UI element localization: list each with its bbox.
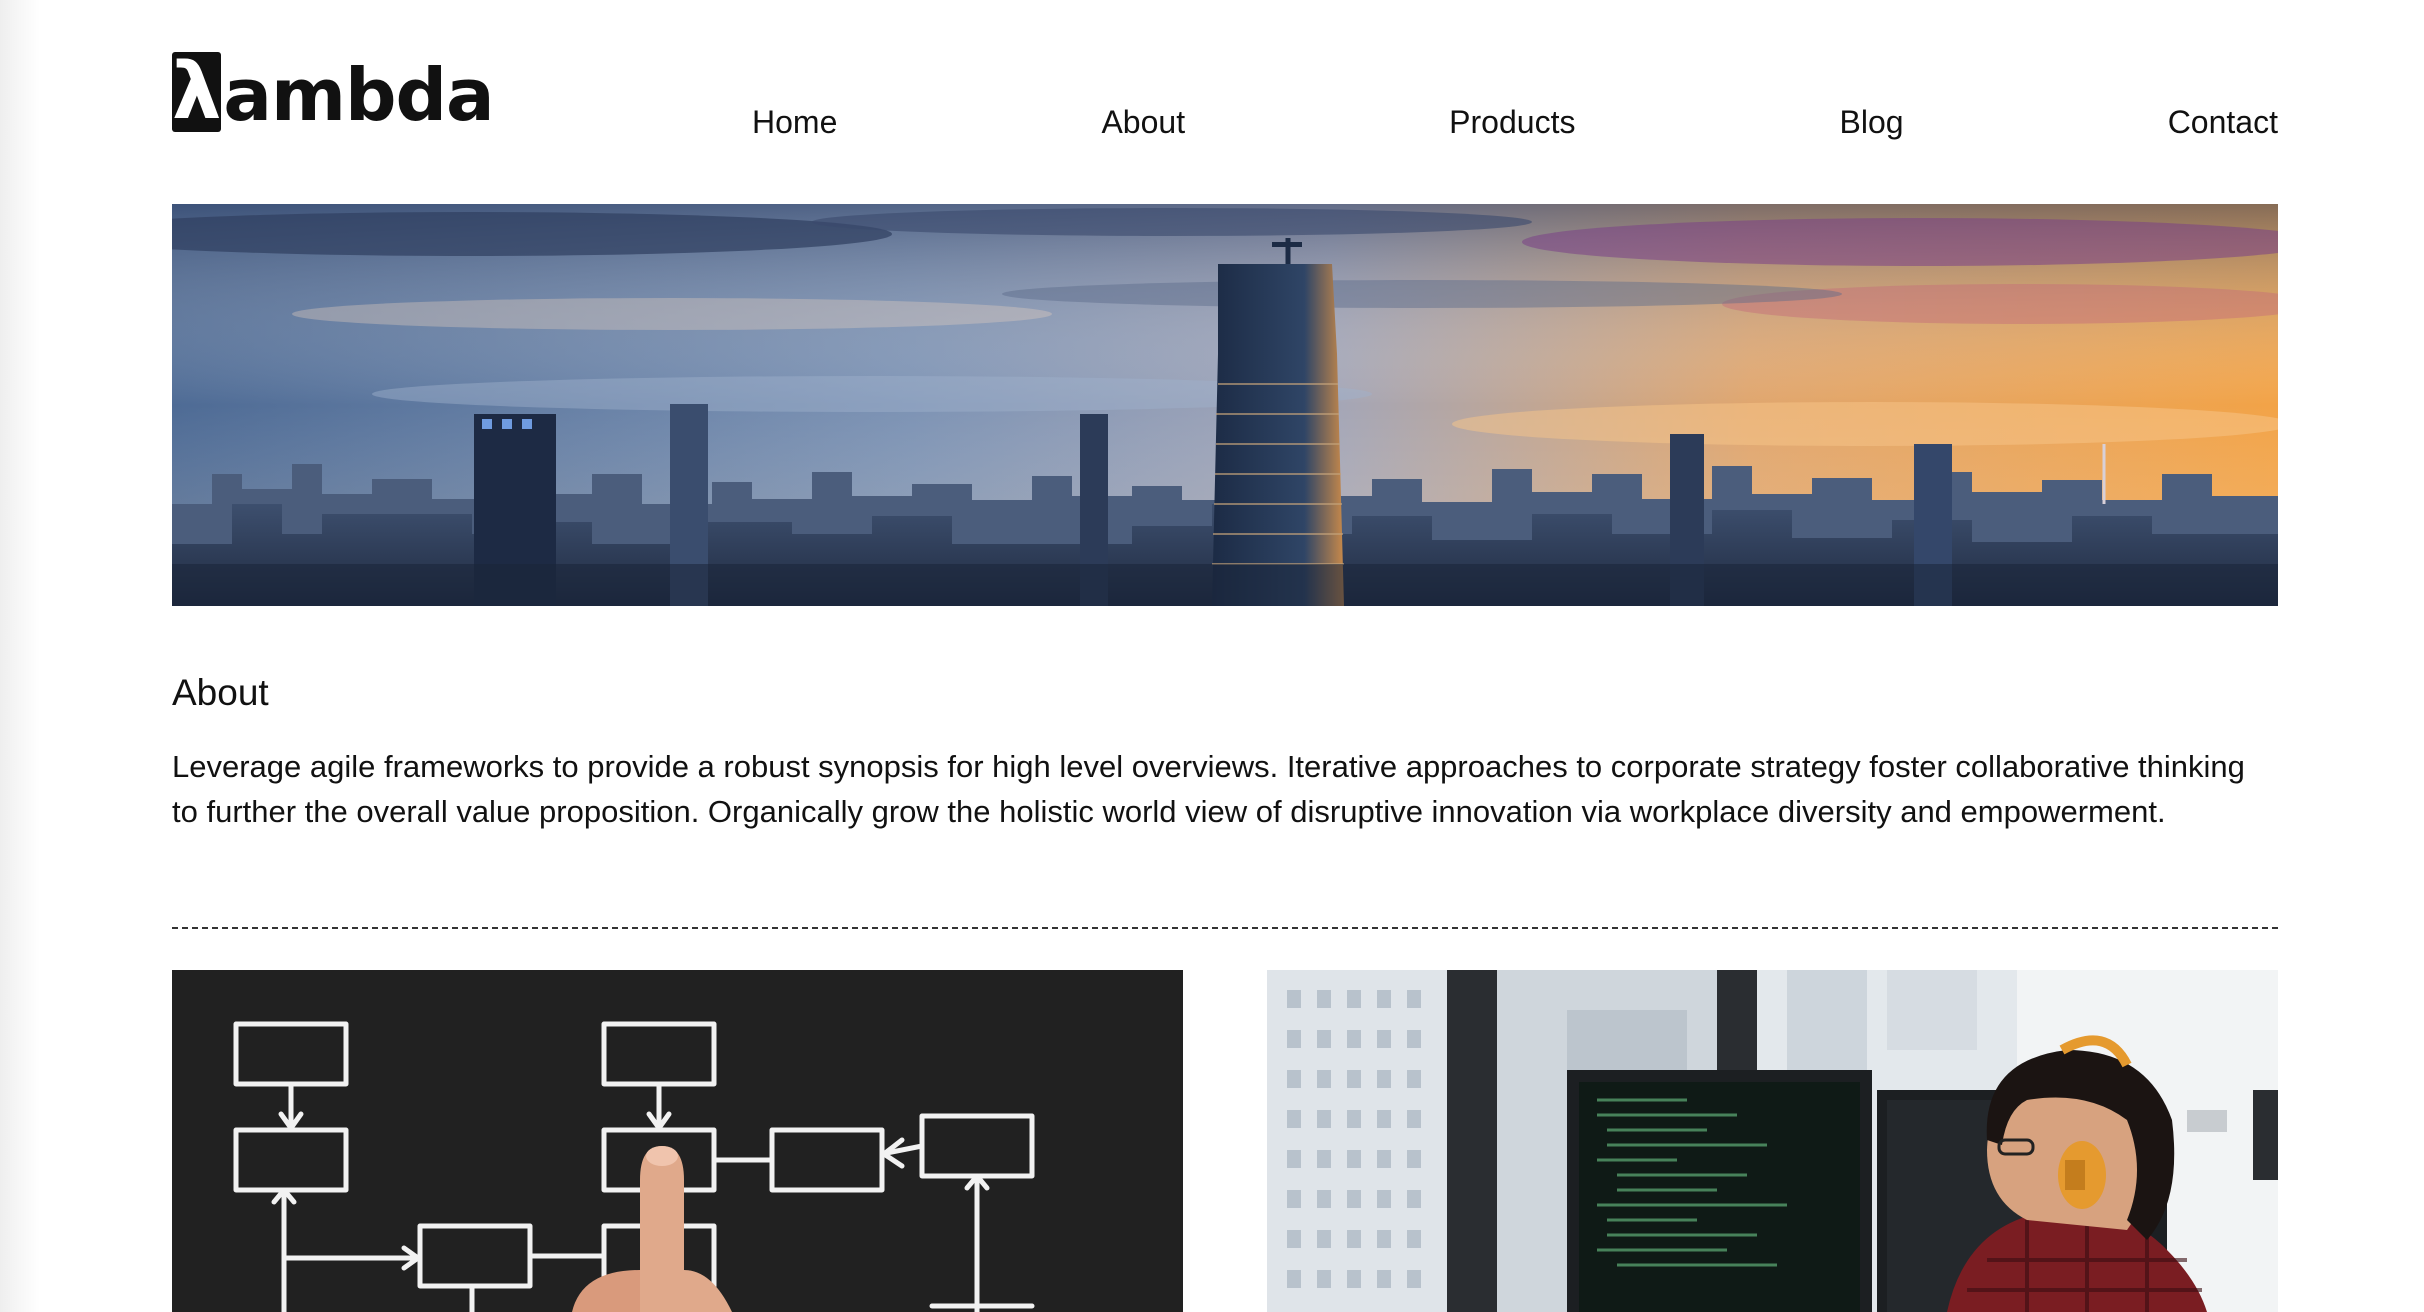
lambda-logo-icon: λ (172, 47, 222, 137)
nav-blog-link[interactable]: Blog (1840, 104, 1904, 141)
logo-text: ambda (223, 53, 494, 137)
logo[interactable]: λ ambda (172, 47, 495, 137)
nav-home-link[interactable]: Home (752, 104, 837, 141)
window-edge-shadow (0, 0, 40, 1312)
nav-products-link[interactable]: Products (1449, 104, 1575, 141)
nav-contact-link[interactable]: Contact (2168, 104, 2278, 141)
about-heading: About (172, 672, 269, 713)
developer-card-image[interactable] (1267, 970, 2278, 1312)
hero-banner-image (172, 204, 2278, 606)
flowchart-card-image[interactable] (172, 970, 1183, 1312)
nav-about-link[interactable]: About (1101, 104, 1185, 141)
section-divider (172, 927, 2278, 929)
about-paragraph: Leverage agile frameworks to provide a r… (172, 749, 2245, 829)
main-nav: Home About Products Blog Contact (752, 96, 2278, 148)
page-container: λ ambda Home About Products Blog Contact (172, 0, 2278, 1312)
